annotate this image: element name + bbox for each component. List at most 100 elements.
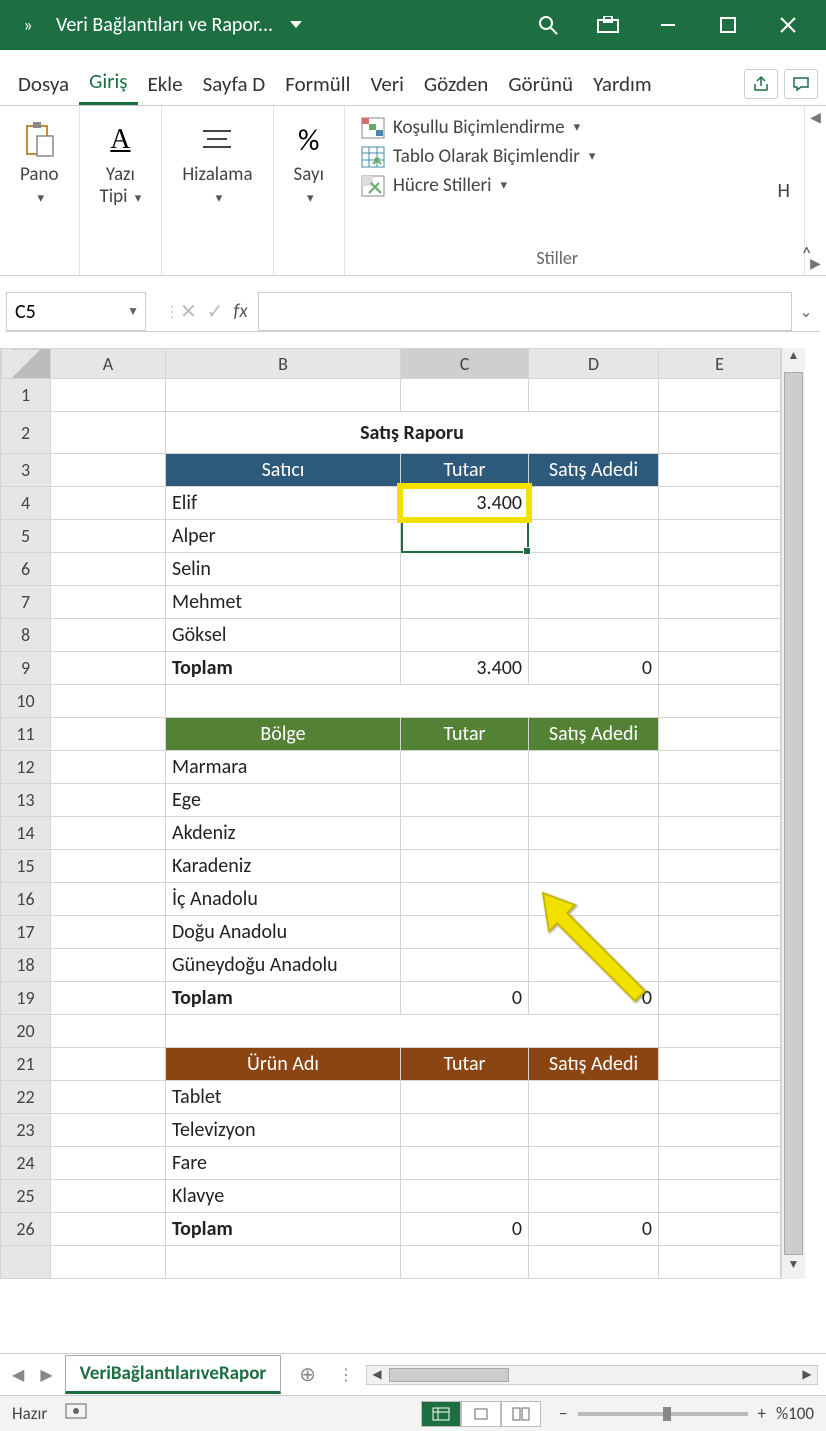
col-header-C[interactable]: C bbox=[401, 349, 529, 379]
paste-button[interactable]: Pano▾ bbox=[16, 116, 63, 212]
formula-expand-icon[interactable]: ⌄ bbox=[792, 292, 820, 331]
cell-C4[interactable]: 3.400 bbox=[401, 487, 529, 520]
format-as-table-button[interactable]: Tablo Olarak Biçimlendir ▾ bbox=[361, 145, 754, 168]
tab-dosya[interactable]: Dosya bbox=[8, 65, 79, 105]
scroll-thumb[interactable] bbox=[784, 372, 803, 1255]
row-header[interactable]: 17 bbox=[1, 916, 51, 949]
row-header[interactable]: 14 bbox=[1, 817, 51, 850]
row-header[interactable]: 7 bbox=[1, 586, 51, 619]
row-header[interactable]: 1 bbox=[1, 379, 51, 412]
font-button[interactable]: A Yazı Tipi ▾ bbox=[96, 116, 146, 212]
tab-ekle[interactable]: Ekle bbox=[138, 65, 193, 105]
search-icon[interactable] bbox=[518, 0, 578, 50]
cell-C26[interactable]: 0 bbox=[401, 1213, 529, 1246]
cell-B14[interactable]: Akdeniz bbox=[166, 817, 401, 850]
cell-D4[interactable] bbox=[529, 487, 659, 520]
cell-C6[interactable] bbox=[401, 553, 529, 586]
row-header[interactable]: 15 bbox=[1, 850, 51, 883]
col-header-D[interactable]: D bbox=[529, 349, 659, 379]
row-header[interactable]: 25 bbox=[1, 1180, 51, 1213]
row-header[interactable]: 24 bbox=[1, 1147, 51, 1180]
cell-D6[interactable] bbox=[529, 553, 659, 586]
tab-veri[interactable]: Veri bbox=[360, 65, 413, 105]
hscroll-right-icon[interactable]: ▶ bbox=[797, 1367, 817, 1382]
macro-record-icon[interactable] bbox=[65, 1403, 87, 1424]
row-header[interactable]: 21 bbox=[1, 1048, 51, 1081]
hscroll-left-icon[interactable]: ◀ bbox=[367, 1367, 387, 1382]
view-page-break-icon[interactable] bbox=[501, 1401, 541, 1427]
zoom-in-icon[interactable]: + bbox=[758, 1403, 766, 1424]
row-header[interactable]: 12 bbox=[1, 751, 51, 784]
cell-B25[interactable]: Klavye bbox=[166, 1180, 401, 1213]
cell-B12[interactable]: Marmara bbox=[166, 751, 401, 784]
cell-B4[interactable]: Elif bbox=[166, 487, 401, 520]
number-button[interactable]: % Sayı▾ bbox=[290, 116, 328, 212]
alignment-button[interactable]: Hizalama▾ bbox=[178, 116, 256, 212]
row-header[interactable]: 11 bbox=[1, 718, 51, 751]
cell-B22[interactable]: Tablet bbox=[166, 1081, 401, 1114]
cell-B5[interactable]: Alper bbox=[166, 520, 401, 553]
row-header[interactable]: 6 bbox=[1, 553, 51, 586]
row-header[interactable]: 5 bbox=[1, 520, 51, 553]
view-normal-icon[interactable] bbox=[421, 1401, 461, 1427]
name-box[interactable]: C5 ▼ bbox=[6, 292, 146, 331]
cell-C7[interactable] bbox=[401, 586, 529, 619]
tab-formuller[interactable]: Formüll bbox=[275, 65, 360, 105]
add-sheet-icon[interactable]: ⊕ bbox=[289, 1362, 326, 1387]
col-header-A[interactable]: A bbox=[51, 349, 166, 379]
name-box-dropdown-icon[interactable]: ▼ bbox=[127, 304, 139, 319]
scroll-down-icon[interactable]: ▼ bbox=[782, 1257, 805, 1279]
cell-B18[interactable]: Güneydoğu Anadolu bbox=[166, 949, 401, 982]
cell-B26[interactable]: Toplam bbox=[166, 1213, 401, 1246]
cell-D19[interactable]: 0 bbox=[529, 982, 659, 1015]
row-header[interactable]: 19 bbox=[1, 982, 51, 1015]
cancel-formula-icon[interactable]: ✕ bbox=[180, 299, 197, 324]
row-header[interactable]: 8 bbox=[1, 619, 51, 652]
row-header[interactable]: 26 bbox=[1, 1213, 51, 1246]
cell-B9[interactable]: Toplam bbox=[166, 652, 401, 685]
zoom-slider[interactable] bbox=[578, 1412, 748, 1416]
cell-C5-selected[interactable] bbox=[401, 520, 529, 553]
formula-input[interactable] bbox=[258, 292, 792, 331]
row-header[interactable]: 16 bbox=[1, 883, 51, 916]
row-header[interactable]: 9 bbox=[1, 652, 51, 685]
row-header[interactable]: 2 bbox=[1, 412, 51, 454]
tab-gozden-gecir[interactable]: Gözden bbox=[414, 65, 498, 105]
accept-formula-icon[interactable]: ✓ bbox=[207, 299, 224, 324]
row-header[interactable]: 4 bbox=[1, 487, 51, 520]
row-header[interactable]: 22 bbox=[1, 1081, 51, 1114]
cell-D9[interactable]: 0 bbox=[529, 652, 659, 685]
cell-styles-button[interactable]: Hücre Stilleri ▾ bbox=[361, 174, 754, 197]
hscroll-thumb[interactable] bbox=[389, 1368, 509, 1382]
maximize-button[interactable] bbox=[698, 0, 758, 50]
fx-icon[interactable]: fx bbox=[234, 300, 248, 323]
close-button[interactable] bbox=[758, 0, 818, 50]
scroll-up-icon[interactable]: ▲ bbox=[782, 348, 805, 370]
cell-B17[interactable]: Doğu Anadolu bbox=[166, 916, 401, 949]
cell-B8[interactable]: Göksel bbox=[166, 619, 401, 652]
cell-D8[interactable] bbox=[529, 619, 659, 652]
row-header[interactable]: 27 bbox=[1, 1246, 51, 1279]
zoom-level[interactable]: %100 bbox=[776, 1403, 814, 1424]
cell-B7[interactable]: Mehmet bbox=[166, 586, 401, 619]
conditional-formatting-button[interactable]: Koşullu Biçimlendirme ▾ bbox=[361, 116, 754, 139]
tab-giris[interactable]: Giriş bbox=[79, 62, 137, 105]
tab-sayfa-duzeni[interactable]: Sayfa D bbox=[193, 65, 276, 105]
spreadsheet-grid[interactable]: A B C D E 1 2Satış Raporu 3 Satıcı Tutar… bbox=[0, 348, 826, 1279]
row-header[interactable]: 20 bbox=[1, 1015, 51, 1048]
share-icon[interactable] bbox=[744, 69, 778, 99]
col-header-E[interactable]: E bbox=[659, 349, 781, 379]
cell-B19[interactable]: Toplam bbox=[166, 982, 401, 1015]
cell-B15[interactable]: Karadeniz bbox=[166, 850, 401, 883]
cell-C19[interactable]: 0 bbox=[401, 982, 529, 1015]
ribbon-scroll-left-icon[interactable]: ◀ bbox=[805, 106, 826, 129]
cell-C9[interactable]: 3.400 bbox=[401, 652, 529, 685]
quick-access-more-icon[interactable]: » bbox=[8, 14, 48, 36]
zoom-out-icon[interactable]: − bbox=[559, 1403, 567, 1424]
view-page-layout-icon[interactable] bbox=[461, 1401, 501, 1427]
tab-gorunum[interactable]: Görünü bbox=[498, 65, 583, 105]
row-header[interactable]: 13 bbox=[1, 784, 51, 817]
vertical-scrollbar[interactable]: ▲ ▼ bbox=[781, 348, 805, 1279]
select-all-corner[interactable] bbox=[1, 349, 51, 379]
ribbon-collapse-icon[interactable]: ˄ bbox=[801, 243, 812, 267]
